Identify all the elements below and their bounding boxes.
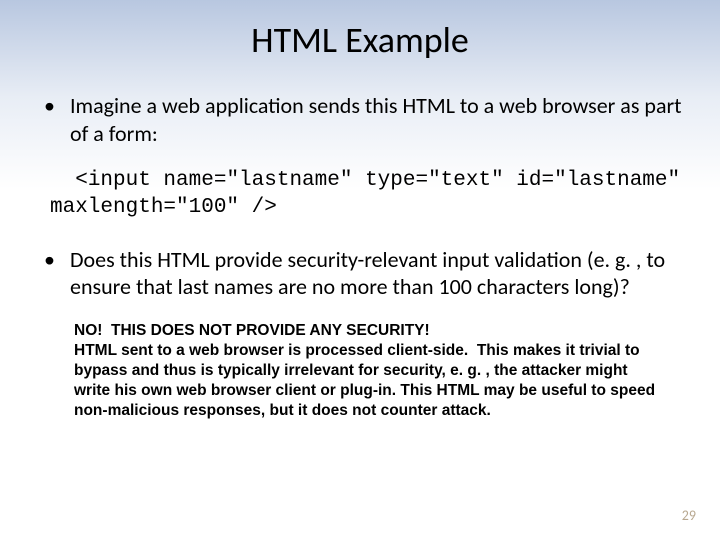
bullet-intro: Imagine a web application sends this HTM… [30,92,690,147]
slide-title: HTML Example [30,18,690,62]
slide-body: Imagine a web application sends this HTM… [30,92,690,147]
page-number: 29 [682,507,696,524]
code-snippet: <input name="lastname" type="text" id="l… [50,167,690,222]
answer-text: NO! THIS DOES NOT PROVIDE ANY SECURITY! … [74,321,690,422]
slide: HTML Example Imagine a web application s… [0,0,720,540]
slide-body-2: Does this HTML provide security-relevant… [30,246,690,301]
bullet-question: Does this HTML provide security-relevant… [30,246,690,301]
